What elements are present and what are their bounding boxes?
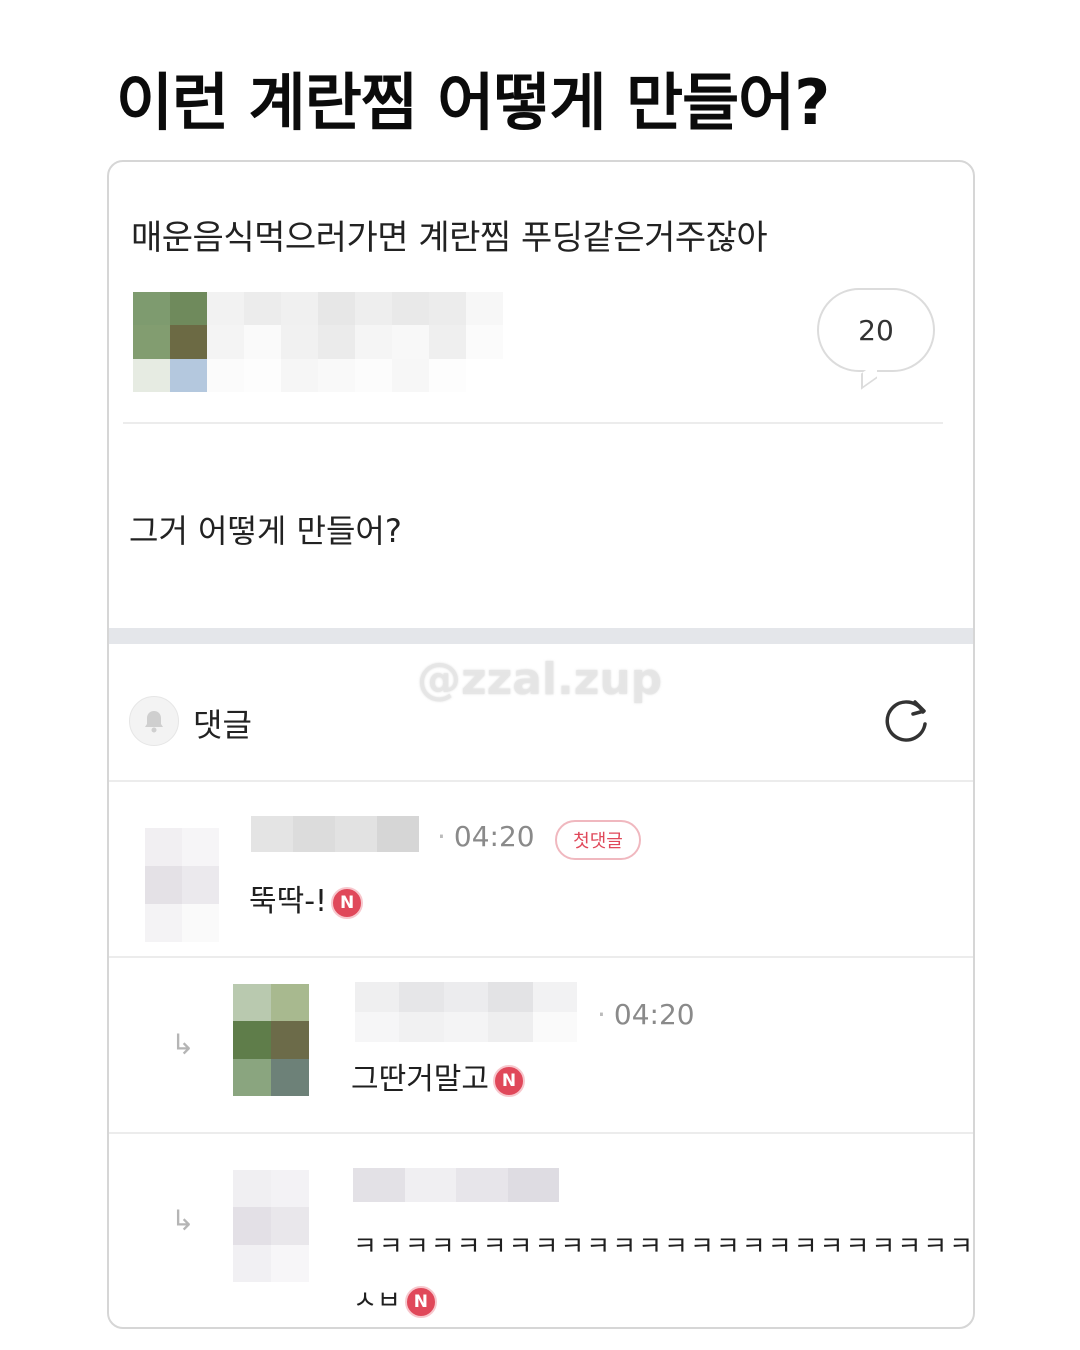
divider xyxy=(109,780,973,782)
comment-count-bubble[interactable]: 20 xyxy=(817,288,935,390)
new-badge-icon: N xyxy=(404,1285,437,1318)
commenter-name-blurred xyxy=(353,1168,559,1202)
comment-text: ㅋㅋㅋㅋㅋㅋㅋㅋㅋㅋㅋㅋㅋㅋㅋㅋㅋㅋㅋㅋㅋㅋㅋㅋㅋㅋㅋ xyxy=(353,1232,975,1262)
divider xyxy=(109,1132,973,1134)
reply-arrow-icon: ↳ xyxy=(171,1204,195,1237)
first-comment-badge: 첫댓글 xyxy=(555,820,641,860)
comment-text-value: ㅅㅂ xyxy=(353,1286,401,1316)
post-body: 그거 어떻게 만들어? xyxy=(129,512,402,550)
commenter-avatar[interactable] xyxy=(233,984,309,1096)
new-badge-icon: N xyxy=(331,886,364,919)
commenter-avatar[interactable] xyxy=(233,1170,309,1282)
headline: 이런 계란찜 어떻게 만들어? xyxy=(116,66,830,139)
new-badge-icon: N xyxy=(493,1064,525,1097)
comments-label: 댓글 xyxy=(193,706,252,744)
comment-text-value: 그딴거말고 xyxy=(351,1062,489,1097)
bell-icon[interactable] xyxy=(129,696,179,746)
comment-time-value: 04:20 xyxy=(453,820,535,853)
commenter-name-blurred xyxy=(355,982,577,1042)
comments-header: 댓글 xyxy=(109,682,973,782)
post-title: 매운음식먹으러가면 계란찜 푸딩같은거주잖아 xyxy=(131,218,768,258)
comment-time: · 04:20 xyxy=(597,998,695,1031)
divider xyxy=(109,956,973,958)
post-card: 매운음식먹으러가면 계란찜 푸딩같은거주잖아 20 그거 어떻게 만들어? @z… xyxy=(107,160,975,1329)
author-avatar[interactable] xyxy=(133,292,207,392)
separator-dot: · xyxy=(597,998,606,1031)
author-name-blurred xyxy=(207,292,503,392)
section-divider xyxy=(109,628,973,644)
refresh-icon[interactable] xyxy=(879,692,935,748)
commenter-avatar[interactable] xyxy=(145,828,219,942)
commenter-name-blurred xyxy=(251,816,419,852)
comment-text-line2: ㅅㅂ N xyxy=(353,1280,437,1318)
comment-time-value: 04:20 xyxy=(613,998,695,1031)
comment-text: 뚝딱-! N xyxy=(249,876,364,920)
comment-text-value: 뚝딱-! xyxy=(249,884,328,919)
comment-bubble-icon xyxy=(861,362,877,390)
separator-dot: · xyxy=(437,820,446,853)
reply-arrow-icon: ↳ xyxy=(171,1028,195,1061)
comment-count: 20 xyxy=(858,313,894,347)
comment-text: 그딴거말고 N xyxy=(351,1054,525,1098)
divider xyxy=(123,422,943,424)
comment-time: · 04:20 xyxy=(437,820,535,853)
